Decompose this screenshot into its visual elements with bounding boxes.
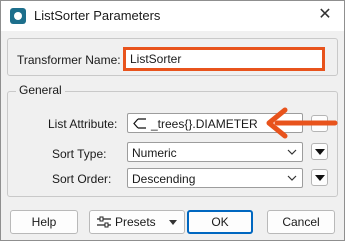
window-title: ListSorter Parameters xyxy=(34,8,161,23)
app-icon xyxy=(10,8,26,24)
title-bar: ListSorter Parameters ✕ xyxy=(1,1,344,31)
ok-button[interactable]: OK xyxy=(187,210,253,234)
chevron-down-icon xyxy=(287,149,297,155)
help-button[interactable]: Help xyxy=(10,210,78,234)
list-attribute-value: _trees{}.DIAMETER xyxy=(151,117,258,131)
list-attribute-label: List Attribute: xyxy=(48,117,118,131)
sort-type-options-button[interactable] xyxy=(311,143,328,160)
presets-label: Presets xyxy=(115,215,156,229)
close-icon[interactable]: ✕ xyxy=(312,4,338,28)
presets-icon xyxy=(97,216,111,228)
sort-order-value: Descending xyxy=(132,172,196,186)
presets-button[interactable]: Presets xyxy=(89,210,185,234)
listsorter-dialog: ListSorter Parameters ✕ Transformer Name… xyxy=(0,0,345,241)
chevron-down-icon xyxy=(169,220,177,225)
arrow-annotation xyxy=(266,107,338,139)
transformer-name-label: Transformer Name: xyxy=(17,53,121,67)
sort-type-label: Sort Type: xyxy=(52,147,107,161)
chevron-down-icon xyxy=(287,175,297,181)
sort-type-value: Numeric xyxy=(132,146,177,160)
sort-order-label: Sort Order: xyxy=(52,172,112,186)
transformer-name-input[interactable]: ListSorter xyxy=(123,47,325,71)
general-group-title: General xyxy=(16,83,65,97)
sort-type-select[interactable]: Numeric xyxy=(127,142,303,162)
sort-order-options-button[interactable] xyxy=(311,169,328,186)
sort-order-select[interactable]: Descending xyxy=(127,168,303,188)
list-icon xyxy=(133,118,146,129)
cancel-button[interactable]: Cancel xyxy=(267,210,335,234)
